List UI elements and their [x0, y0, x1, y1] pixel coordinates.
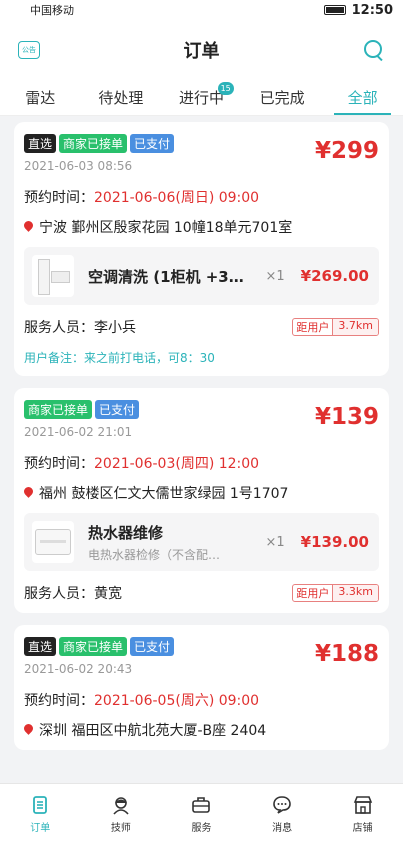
bottom-tab-shop[interactable]: 店铺 [322, 784, 403, 845]
paid-tag: 已支付 [95, 400, 140, 419]
service-quantity: ×1 [265, 534, 285, 550]
status-time: 12:50 [351, 2, 393, 18]
direct-tag: 直选 [24, 637, 57, 656]
location-pin-icon [24, 487, 33, 499]
order-total-price: ¥139 [314, 404, 379, 430]
appointment-row: 预约时间：2021-06-06(周日) 09:00 [24, 187, 379, 207]
bottom-tab-orders[interactable]: 订单 [0, 784, 81, 845]
appointment-label: 预约时间： [24, 693, 94, 709]
bottom-tab-service[interactable]: 服务 [161, 784, 242, 845]
staff-name: 李小兵 [94, 320, 136, 336]
appointment-time: 2021-06-06(周日) 09:00 [94, 190, 260, 206]
tab-radar[interactable]: 雷达 [0, 80, 81, 115]
address-row: 福州 鼓楼区仁文大儒世家绿园 1号1707 [24, 483, 379, 503]
service-toolbox-icon [192, 797, 211, 813]
bottom-tab-label: 技师 [110, 823, 131, 834]
tab-label: 雷达 [25, 89, 56, 107]
nav-bar: 公告 订单 [0, 20, 403, 80]
distance-value: 3.7km [333, 319, 378, 335]
order-total-price: ¥188 [314, 641, 379, 667]
tab-in-progress[interactable]: 进行中 15 [161, 80, 242, 115]
announcement-icon[interactable]: 公告 [18, 41, 40, 59]
appointment-row: 预约时间：2021-06-03(周四) 12:00 [24, 453, 379, 473]
service-item[interactable]: 热水器维修 电热水器检修（不含配… ×1 ¥139.00 [24, 513, 379, 571]
distance-label: 距用户 [293, 319, 334, 335]
paid-tag: 已支付 [130, 134, 175, 153]
service-item[interactable]: 空调清洗 (1柜机 +3… ×1 ¥269.00 [24, 247, 379, 305]
address-text: 深圳 福田区中航北苑大厦-B座 2404 [39, 723, 267, 739]
bottom-tab-label: 消息 [272, 823, 293, 834]
service-name: 热水器维修 [88, 523, 164, 542]
order-icon [33, 796, 48, 814]
address-text: 福州 鼓楼区仁文大儒世家绿园 1号1707 [39, 486, 289, 502]
tab-label: 全部 [347, 89, 378, 107]
order-tags: 直选 商家已接单 已支付 [24, 134, 175, 153]
order-tags: 直选 商家已接单 已支付 [24, 637, 175, 656]
technician-icon [113, 797, 129, 815]
appointment-time: 2021-06-03(周四) 12:00 [94, 456, 260, 472]
count-badge: 15 [217, 82, 234, 95]
appointment-row: 预约时间：2021-06-05(周六) 09:00 [24, 690, 379, 710]
staff-label: 服务人员： [24, 586, 94, 602]
bottom-tab-technician[interactable]: 技师 [81, 784, 162, 845]
status-bar: 中国移动 12:50 [0, 0, 403, 20]
paid-tag: 已支付 [130, 637, 175, 656]
distance-value: 3.3km [333, 585, 378, 601]
accepted-tag: 商家已接单 [24, 400, 93, 419]
address-row: 宁波 鄞州区殷家花园 10幢18单元701室 [24, 217, 379, 237]
tab-all[interactable]: 全部 [322, 80, 403, 115]
order-card[interactable]: 直选 商家已接单 已支付 2021-06-03 08:56 ¥299 预约时间：… [14, 122, 389, 376]
accepted-tag: 商家已接单 [59, 637, 128, 656]
appointment-time: 2021-06-05(周六) 09:00 [94, 693, 260, 709]
service-name: 空调清洗 (1柜机 +3… [88, 267, 244, 286]
tab-completed[interactable]: 已完成 [242, 80, 323, 115]
distance-badge: 距用户 3.3km [292, 584, 379, 602]
address-row: 深圳 福田区中航北苑大厦-B座 2404 [24, 720, 379, 740]
message-icon [273, 796, 291, 814]
bottom-tab-bar: 订单 技师 服务 消息 店铺 [0, 783, 403, 845]
shop-icon [353, 796, 372, 814]
user-note: 用户备注：来之前打电话，可8：30 [24, 351, 215, 365]
service-description: 电热水器检修（不含配… [88, 547, 221, 562]
search-icon[interactable] [363, 39, 385, 61]
order-status-tabs: 雷达 待处理 进行中 15 已完成 全部 [0, 80, 403, 116]
tab-label: 待处理 [98, 89, 144, 107]
water-heater-image [32, 521, 74, 563]
location-pin-icon [24, 724, 33, 736]
appointment-label: 预约时间： [24, 456, 94, 472]
bottom-tab-label: 服务 [191, 823, 212, 834]
order-tags: 商家已接单 已支付 [24, 400, 140, 419]
order-total-price: ¥299 [314, 138, 379, 164]
direct-tag: 直选 [24, 134, 57, 153]
order-time: 2021-06-03 08:56 [24, 159, 133, 173]
service-price: ¥139.00 [300, 533, 369, 551]
distance-badge: 距用户 3.7km [292, 318, 379, 336]
battery-icon [323, 5, 346, 15]
bottom-tab-label: 店铺 [352, 823, 373, 834]
distance-label: 距用户 [293, 585, 334, 601]
bottom-tab-messages[interactable]: 消息 [242, 784, 323, 845]
order-time: 2021-06-02 21:01 [24, 425, 133, 439]
staff-row: 服务人员：李小兵 距用户 3.7km [24, 317, 379, 337]
carrier-label: 中国移动 [30, 4, 74, 17]
location-pin-icon [24, 221, 33, 233]
staff-row: 服务人员：黄宽 距用户 3.3km [24, 583, 379, 603]
order-card[interactable]: 直选 商家已接单 已支付 2021-06-02 20:43 ¥188 预约时间：… [14, 625, 389, 750]
tab-label: 已完成 [259, 89, 305, 107]
tab-pending[interactable]: 待处理 [81, 80, 162, 115]
page-title: 订单 [183, 41, 220, 62]
service-quantity: ×1 [265, 268, 285, 284]
service-price: ¥269.00 [300, 267, 369, 285]
staff-label: 服务人员： [24, 320, 94, 336]
appointment-label: 预约时间： [24, 190, 94, 206]
air-conditioner-image [32, 255, 74, 297]
bottom-tab-label: 订单 [30, 823, 51, 834]
announcement-label: 公告 [22, 46, 36, 54]
address-text: 宁波 鄞州区殷家花园 10幢18单元701室 [39, 220, 293, 236]
order-list[interactable]: 直选 商家已接单 已支付 2021-06-03 08:56 ¥299 预约时间：… [0, 118, 403, 783]
staff-name: 黄宽 [94, 586, 122, 602]
order-card[interactable]: 商家已接单 已支付 2021-06-02 21:01 ¥139 预约时间：202… [14, 388, 389, 613]
order-time: 2021-06-02 20:43 [24, 662, 133, 676]
accepted-tag: 商家已接单 [59, 134, 128, 153]
